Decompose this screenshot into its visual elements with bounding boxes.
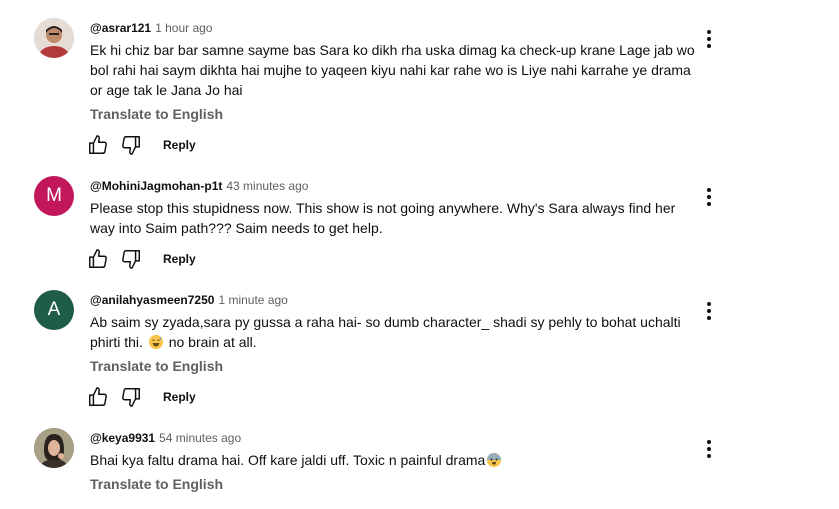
- author-handle[interactable]: @asrar121: [90, 21, 151, 35]
- comment-text: Ek hi chiz bar bar samne sayme bas Sara …: [90, 42, 695, 98]
- like-button[interactable]: [86, 385, 110, 409]
- translate-button[interactable]: Translate to English: [90, 104, 223, 124]
- dislike-button[interactable]: [119, 247, 143, 271]
- comment-time[interactable]: 43 minutes ago: [226, 179, 308, 193]
- comment-text: Ab saim sy zyada,sara py gussa a raha ha…: [90, 312, 690, 352]
- comment-meta: @keya9931 54 minutes ago: [90, 430, 241, 446]
- user-photo-icon: [34, 18, 74, 58]
- avatar[interactable]: A: [34, 290, 74, 330]
- comment-text: Bhai kya faltu drama hai. Off kare jaldi…: [90, 450, 700, 470]
- dislike-button[interactable]: [119, 133, 143, 157]
- translate-button[interactable]: Translate to English: [90, 356, 223, 376]
- comment-actions: Reply: [86, 133, 196, 157]
- comment-menu-button[interactable]: [697, 27, 721, 51]
- author-handle[interactable]: @anilahyasmeen7250: [90, 293, 214, 307]
- comment-actions: Reply: [86, 247, 196, 271]
- comment-meta: @asrar121 1 hour ago: [90, 20, 212, 36]
- reply-button[interactable]: Reply: [163, 138, 196, 152]
- comment-menu-button[interactable]: [697, 185, 721, 209]
- comment-text-part: Bhai kya faltu drama hai. Off kare jaldi…: [90, 452, 486, 468]
- anxious-sweat-emoji-icon: [487, 453, 502, 467]
- comment-menu-button[interactable]: [697, 437, 721, 461]
- avatar-letter: M: [46, 185, 62, 206]
- comment-text-part: no brain at all.: [164, 334, 257, 350]
- comment-actions: Reply: [86, 385, 196, 409]
- avatar[interactable]: M: [34, 176, 74, 216]
- thumbs-down-icon: [122, 388, 140, 407]
- thumbs-up-icon: [89, 387, 107, 406]
- avatar[interactable]: [34, 18, 74, 58]
- user-photo-icon: [34, 428, 74, 468]
- reply-button[interactable]: Reply: [163, 390, 196, 404]
- avatar-letter: A: [47, 299, 61, 320]
- like-button[interactable]: [86, 133, 110, 157]
- author-handle[interactable]: @MohiniJagmohan-p1t: [90, 179, 222, 193]
- avatar[interactable]: [34, 428, 74, 468]
- comment-time[interactable]: 1 hour ago: [155, 21, 212, 35]
- thumbs-up-icon: [89, 249, 107, 268]
- comment-time[interactable]: 1 minute ago: [218, 293, 287, 307]
- more-vert-icon: [707, 188, 711, 206]
- comment-menu-button[interactable]: [697, 299, 721, 323]
- thumbs-up-icon: [89, 135, 107, 154]
- comment-meta: @anilahyasmeen7250 1 minute ago: [90, 292, 288, 308]
- reply-button[interactable]: Reply: [163, 252, 196, 266]
- like-button[interactable]: [86, 247, 110, 271]
- thumbs-down-icon: [122, 136, 140, 155]
- thumbs-down-icon: [122, 250, 140, 269]
- more-vert-icon: [707, 30, 711, 48]
- dislike-button[interactable]: [119, 385, 143, 409]
- comment-meta: @MohiniJagmohan-p1t 43 minutes ago: [90, 178, 308, 194]
- comment-text: Please stop this stupidness now. This sh…: [90, 200, 676, 236]
- more-vert-icon: [707, 440, 711, 458]
- more-vert-icon: [707, 302, 711, 320]
- comment-time[interactable]: 54 minutes ago: [159, 431, 241, 445]
- translate-button[interactable]: Translate to English: [90, 474, 223, 494]
- grinning-sweat-emoji-icon: [148, 335, 163, 349]
- author-handle[interactable]: @keya9931: [90, 431, 155, 445]
